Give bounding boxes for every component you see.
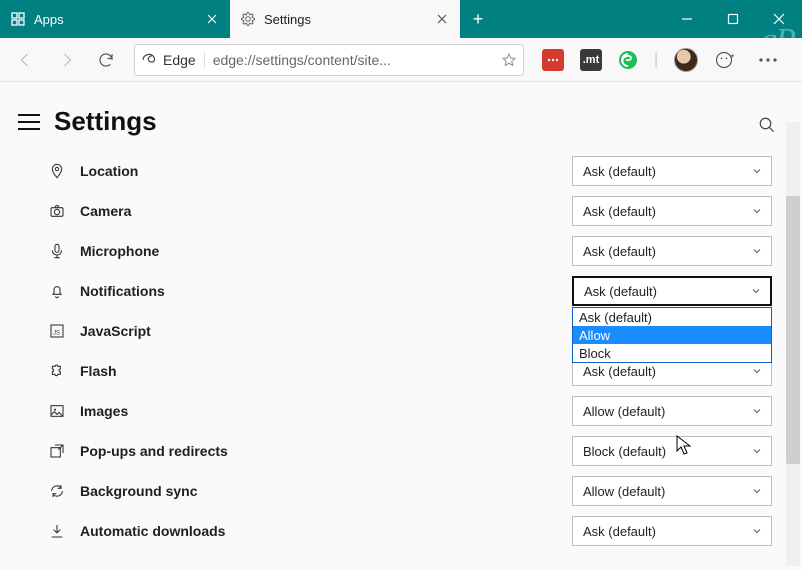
chevron-down-icon <box>751 365 763 377</box>
chevron-down-icon <box>751 205 763 217</box>
window-minimize-button[interactable] <box>664 0 710 38</box>
dropdown-value: Allow (default) <box>583 404 665 419</box>
permission-row-background-sync: Background sync Allow (default) <box>44 471 772 511</box>
scrollbar-thumb[interactable] <box>786 196 800 464</box>
page-header: Settings <box>0 82 802 145</box>
puzzle-icon <box>44 363 70 379</box>
permission-row-images: Images Allow (default) <box>44 391 772 431</box>
nav-forward-button[interactable] <box>48 42 84 78</box>
dropdown-menu: Ask (default)AllowBlock <box>572 307 772 363</box>
dropdown-value: Allow (default) <box>583 484 665 499</box>
location-icon <box>44 163 70 179</box>
permission-label: Camera <box>80 203 572 219</box>
permission-dropdown[interactable]: Ask (default) <box>572 156 772 186</box>
popup-icon <box>44 443 70 459</box>
permission-row-location: Location Ask (default) <box>44 151 772 191</box>
tab-label: Settings <box>264 12 426 27</box>
profile-avatar[interactable] <box>674 48 698 72</box>
microphone-icon <box>44 243 70 259</box>
js-icon: JS <box>44 323 70 339</box>
permission-label: Notifications <box>80 283 572 299</box>
permission-dropdown[interactable]: Ask (default) <box>572 196 772 226</box>
camera-icon <box>44 203 70 219</box>
permissions-list: Location Ask (default) Camera Ask (default)… <box>0 145 802 551</box>
permission-row-notifications: NotificationsAsk (default)Ask (default)A… <box>44 271 772 311</box>
image-icon <box>44 403 70 419</box>
tab-label: Apps <box>34 12 196 27</box>
dropdown-value: Ask (default) <box>583 524 656 539</box>
plus-icon: + <box>473 9 484 30</box>
more-menu-button[interactable] <box>750 42 786 78</box>
permission-dropdown[interactable]: Ask (default) <box>572 236 772 266</box>
apps-icon <box>10 11 26 27</box>
brand-label: Edge <box>163 52 196 68</box>
nav-back-button[interactable] <box>8 42 44 78</box>
dropdown-option[interactable]: Ask (default) <box>573 308 771 326</box>
sync-icon <box>44 483 70 499</box>
address-bar[interactable]: Edge edge://settings/content/site... <box>134 44 524 76</box>
dropdown-value: Ask (default) <box>584 284 657 299</box>
permission-label: Microphone <box>80 243 572 259</box>
dropdown-value: Ask (default) <box>583 244 656 259</box>
nav-refresh-button[interactable] <box>88 42 124 78</box>
permission-dropdown[interactable]: Ask (default) <box>572 276 772 306</box>
permission-label: Flash <box>80 363 572 379</box>
hamburger-icon[interactable] <box>18 114 40 130</box>
bell-icon <box>44 283 70 299</box>
permission-dropdown[interactable]: Block (default) <box>572 436 772 466</box>
chevron-down-icon <box>750 285 762 297</box>
window-maximize-button[interactable] <box>710 0 756 38</box>
permission-label: Location <box>80 163 572 179</box>
url-text: edge://settings/content/site... <box>213 52 493 68</box>
browser-toolbar: Edge edge://settings/content/site... .mt… <box>0 38 802 82</box>
window-close-button[interactable] <box>756 0 802 38</box>
download-icon <box>44 523 70 539</box>
extension-dark-icon[interactable]: .mt <box>580 49 602 71</box>
chevron-down-icon <box>751 245 763 257</box>
settings-page: Settings Location Ask (default) Camera Ask … <box>0 82 802 570</box>
permission-row-automatic-downloads: Automatic downloads Ask (default) <box>44 511 772 551</box>
permission-dropdown[interactable]: Allow (default) <box>572 396 772 426</box>
tab-apps[interactable]: Apps <box>0 0 230 38</box>
dropdown-value: Ask (default) <box>583 204 656 219</box>
close-icon[interactable] <box>204 11 220 27</box>
dropdown-value: Ask (default) <box>583 364 656 379</box>
extension-red-icon[interactable] <box>542 49 564 71</box>
permission-dropdown[interactable]: Allow (default) <box>572 476 772 506</box>
extension-green-icon[interactable] <box>618 50 638 70</box>
gear-icon <box>240 11 256 27</box>
permission-dropdown[interactable]: Ask (default) <box>572 516 772 546</box>
dropdown-value: Ask (default) <box>583 164 656 179</box>
tab-settings[interactable]: Settings <box>230 0 460 38</box>
chevron-down-icon <box>751 405 763 417</box>
face-icon[interactable] <box>714 50 734 70</box>
permission-row-microphone: Microphone Ask (default) <box>44 231 772 271</box>
permission-label: Background sync <box>80 483 572 499</box>
dropdown-option[interactable]: Block <box>573 344 771 362</box>
permission-label: Images <box>80 403 572 419</box>
chevron-down-icon <box>751 165 763 177</box>
extensions-area: .mt | <box>542 42 786 78</box>
window-titlebar: Apps Settings + gP <box>0 0 802 38</box>
chevron-down-icon <box>751 485 763 497</box>
favorite-icon[interactable] <box>501 52 517 68</box>
permission-label: Automatic downloads <box>80 523 572 539</box>
search-icon[interactable] <box>758 116 776 134</box>
permission-label: JavaScript <box>80 323 572 339</box>
edge-brand: Edge <box>141 52 205 68</box>
permission-row-camera: Camera Ask (default) <box>44 191 772 231</box>
svg-text:JS: JS <box>53 330 60 336</box>
edge-icon <box>141 52 157 68</box>
chevron-down-icon <box>751 525 763 537</box>
permission-row-pop-ups-and-redirects: Pop-ups and redirects Block (default) <box>44 431 772 471</box>
new-tab-button[interactable]: + <box>460 0 496 38</box>
close-icon[interactable] <box>434 11 450 27</box>
chevron-down-icon <box>751 445 763 457</box>
dropdown-value: Block (default) <box>583 444 666 459</box>
permission-label: Pop-ups and redirects <box>80 443 572 459</box>
dropdown-option[interactable]: Allow <box>573 326 771 344</box>
page-title: Settings <box>54 106 157 137</box>
